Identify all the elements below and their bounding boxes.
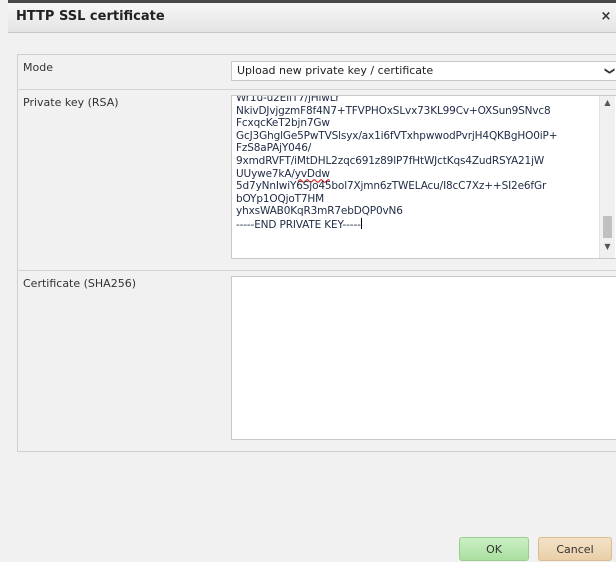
mode-selected-value: Upload new private key / certificate [237,64,434,77]
text-cursor [360,217,362,229]
spellcheck-flag: yvDdw [294,167,330,180]
dialog-footer: OK Cancel [8,518,616,562]
ok-button[interactable]: OK [459,537,529,561]
certificate-textarea[interactable] [231,276,616,440]
dialog-titlebar[interactable]: HTTP SSL certificate × [8,3,616,33]
certificate-label: Certificate (SHA256) [23,277,136,290]
certificate-form: Mode Upload new private key / certificat… [17,54,616,452]
cancel-button[interactable]: Cancel [538,537,612,561]
private-key-line: FcxqcKeT2bjn7Gw [236,117,330,130]
mode-label: Mode [23,61,53,74]
chevron-down-icon: ❯ [603,66,615,76]
private-key-line: -----END PRIVATE KEY----- [236,217,362,231]
private-key-line: Wr1u-u2EIiT7/jHiwLr [236,95,340,104]
private-key-line: 5d7yNnIwiY6Sjo45bol7Xjmn6zTWELAcu/I8cC7X… [236,180,547,193]
private-key-line: NkivDJvjgzmF8f4N7+TFVPHOxSLvx73KL99Cv+OX… [236,104,551,117]
dialog-title: HTTP SSL certificate [16,9,165,24]
mode-row: Mode Upload new private key / certificat… [18,55,616,90]
private-key-line: 9xmdRVFT/iMtDHL2zqc691z89lP7fHtWJctKqs4Z… [236,154,545,167]
private-key-line: yhxsWAB0KqR3mR7ebDQP0vN6 [236,205,403,218]
private-key-row: Private key (RSA) Wr1u-u2EIiT7/jHiwLr Nki… [18,90,616,271]
private-key-line: bOYp1OQjoT7HM [236,192,325,205]
dialog-frame: HTTP SSL certificate × Mode Upload new p… [8,0,616,562]
ssl-certificate-dialog: HTTP SSL certificate × Mode Upload new p… [0,0,616,562]
private-key-line: FzS8aPAjY046/ [236,142,312,155]
mode-select[interactable]: Upload new private key / certificate ❯ [231,61,616,81]
private-key-label: Private key (RSA) [23,96,119,109]
certificate-row: Certificate (SHA256) [18,271,616,451]
scroll-down-arrow-icon[interactable]: ▼ [600,242,615,256]
private-key-textarea[interactable]: Wr1u-u2EIiT7/jHiwLr NkivDJvjgzmF8f4N7+TFV… [231,95,616,259]
scroll-up-arrow-icon[interactable]: ▲ [600,98,615,112]
private-key-scrollbar[interactable]: ▲ ▼ [599,96,615,258]
private-key-content: Wr1u-u2EIiT7/jHiwLr NkivDJvjgzmF8f4N7+TFV… [236,95,594,232]
close-icon[interactable]: × [598,9,614,25]
scroll-thumb[interactable] [603,216,612,238]
private-key-line: UUywe7kA/yvDdw [236,167,330,180]
private-key-line: GcJ3GhglGe5PwTVSlsyx/ax1i6fVTxhpwwodPvrj… [236,129,558,142]
